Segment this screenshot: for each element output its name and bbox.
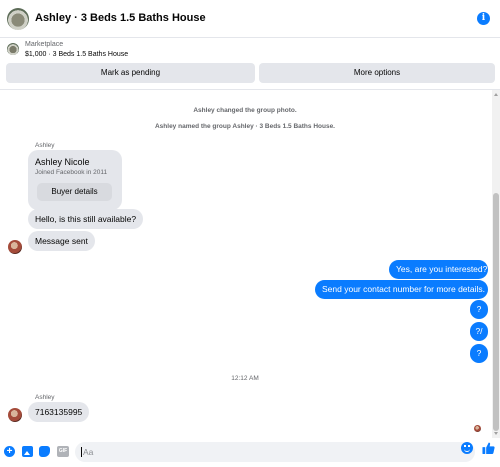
profile-card: Ashley Nicole Joined Facebook in 2011 Bu… [28, 150, 122, 210]
read-receipt-avatar [474, 425, 481, 432]
conversation-title[interactable]: Ashley · 3 Beds 1.5 Baths House [35, 12, 206, 24]
message-input-placeholder: Aa [83, 447, 94, 457]
sender-avatar[interactable] [8, 240, 22, 254]
message-thread: Ashley changed the group photo. Ashley n… [0, 90, 500, 438]
outgoing-message[interactable]: ? [470, 300, 488, 319]
incoming-message[interactable]: Message sent [28, 231, 95, 251]
scrollbar-thumb[interactable] [493, 193, 499, 431]
conversation-header: Ashley · 3 Beds 1.5 Baths House i [0, 0, 500, 38]
plus-icon[interactable]: + [4, 446, 15, 457]
group-avatar[interactable] [7, 8, 29, 30]
marketplace-label: Marketplace [25, 41, 64, 48]
incoming-message[interactable]: 7163135995 [28, 402, 90, 422]
buyer-details-button[interactable]: Buyer details [37, 183, 112, 201]
profile-joined: Joined Facebook in 2011 [35, 169, 108, 176]
sender-name: Ashley [35, 142, 55, 149]
profile-name: Ashley Nicole [35, 157, 90, 167]
photo-icon[interactable] [22, 446, 33, 457]
scroll-down-arrow-icon[interactable] [494, 432, 498, 435]
listing-price-title[interactable]: $1,000 · 3 Beds 1.5 Baths House [25, 51, 128, 58]
info-icon[interactable]: i [477, 12, 490, 25]
outgoing-message[interactable]: ? [470, 344, 488, 363]
message-timestamp: 12:12 AM [231, 375, 259, 382]
scroll-up-arrow-icon[interactable] [494, 93, 498, 96]
message-composer: + GIF Aa [0, 438, 500, 467]
system-message: Ashley named the group Ashley · 3 Beds 1… [154, 123, 335, 130]
mark-as-pending-button[interactable]: Mark as pending [6, 63, 255, 83]
outgoing-message[interactable]: Send your contact number for more detail… [315, 280, 488, 299]
outgoing-message[interactable]: Yes, are you interested? [389, 260, 488, 279]
sender-name: Ashley [35, 394, 55, 401]
message-input[interactable]: Aa [75, 442, 475, 462]
more-options-button[interactable]: More options [259, 63, 495, 83]
sticker-icon[interactable] [39, 446, 50, 457]
system-message: Ashley changed the group photo. [193, 107, 297, 114]
thread-scrollbar[interactable] [492, 90, 500, 438]
thumbs-up-icon[interactable] [482, 441, 495, 455]
incoming-message[interactable]: Hello, is this still available? [28, 209, 144, 229]
text-caret [81, 447, 82, 457]
emoji-icon[interactable] [461, 442, 473, 454]
listing-thumbnail[interactable] [7, 43, 19, 55]
gif-icon[interactable]: GIF [57, 446, 69, 457]
sender-avatar[interactable] [8, 408, 22, 422]
outgoing-message[interactable]: ?/ [470, 322, 488, 341]
